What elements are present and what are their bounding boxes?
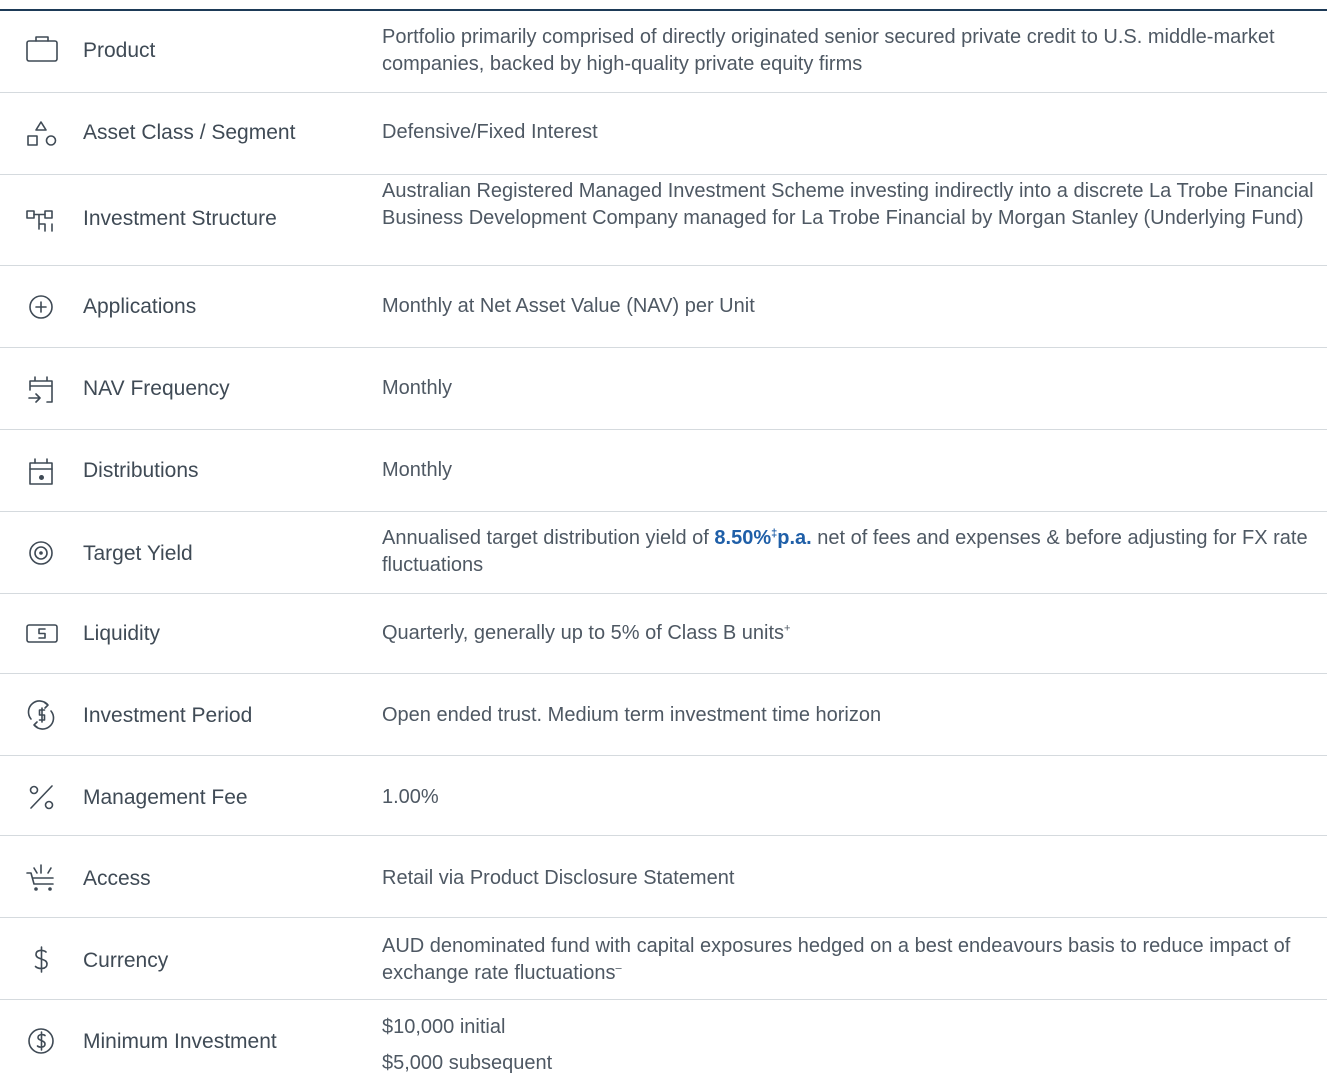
row-asset-class: Asset Class / Segment Defensive/Fixed In… [0, 93, 1327, 175]
row-value: Monthly at Net Asset Value (NAV) per Uni… [382, 295, 755, 317]
dollar-icon [21, 939, 61, 979]
row-label: Applications [83, 295, 197, 318]
cash-note-icon [21, 614, 61, 654]
row-value: 1.00% [382, 786, 439, 808]
row-label: Currency [83, 949, 169, 972]
calendar-arrow-icon [21, 369, 61, 409]
plus-circle-icon [21, 287, 61, 327]
row-applications: Applications Monthly at Net Asset Value … [0, 266, 1327, 348]
row-label: Product [83, 39, 156, 62]
row-target-yield: Target Yield Annualised target distribut… [0, 512, 1327, 594]
calendar-dot-icon [21, 451, 61, 491]
briefcase-icon [21, 29, 61, 69]
row-label: Target Yield [83, 542, 193, 565]
row-access: Access Retail via Product Disclosure Sta… [0, 836, 1327, 918]
row-value: Retail via Product Disclosure Statement [382, 867, 735, 889]
row-label: Liquidity [83, 622, 161, 645]
row-value: Open ended trust. Medium term investment… [382, 704, 882, 726]
row-label: Minimum Investment [83, 1030, 277, 1053]
row-distributions: Distributions Monthly [0, 430, 1327, 512]
row-label: Investment Period [83, 704, 253, 727]
row-value: Defensive/Fixed Interest [382, 121, 598, 143]
row-value: Monthly [382, 459, 453, 481]
row-value: Quarterly, generally up to 5% of Class B… [382, 622, 791, 644]
row-currency: Currency AUD denominated fund with capit… [0, 918, 1327, 1000]
cart-icon [21, 857, 61, 897]
row-investment-period: Investment Period Open ended trust. Medi… [0, 674, 1327, 756]
percent-icon [21, 777, 61, 817]
row-value: Monthly [382, 377, 453, 399]
row-label: Management Fee [83, 786, 248, 809]
row-value: Portfolio primarily comprised of directl… [382, 26, 1275, 75]
dollar-circle-icon [21, 1021, 61, 1061]
min-investment-subsequent: $5,000 subsequent [382, 1052, 553, 1074]
row-value: Australian Registered Managed Investment… [382, 180, 1314, 229]
shapes-icon [21, 113, 61, 153]
row-nav-frequency: NAV Frequency Monthly [0, 348, 1327, 430]
row-label: Asset Class / Segment [83, 121, 296, 144]
row-liquidity: Liquidity Quarterly, generally up to 5% … [0, 594, 1327, 674]
dollar-cycle-icon [21, 695, 61, 735]
min-investment-initial: $10,000 initial [382, 1016, 506, 1038]
row-label: Access [83, 867, 151, 890]
row-label: NAV Frequency [83, 377, 230, 400]
row-label: Investment Structure [83, 207, 277, 230]
row-investment-structure: Investment Structure Australian Register… [0, 175, 1327, 266]
target-yield-highlight: 8.50%‡p.a. [714, 527, 812, 549]
row-product: Product Portfolio primarily comprised of… [0, 11, 1327, 93]
target-icon [21, 533, 61, 573]
row-minimum-investment: Minimum Investment $10,000 initial $5,00… [0, 1000, 1327, 1075]
row-value: Annualised target distribution yield of … [382, 527, 1308, 576]
org-structure-icon [21, 200, 61, 240]
row-value: $10,000 initial $5,000 subsequent [382, 1009, 1317, 1081]
row-value: AUD denominated fund with capital exposu… [382, 935, 1291, 984]
row-management-fee: Management Fee 1.00% [0, 756, 1327, 836]
row-label: Distributions [83, 459, 199, 482]
